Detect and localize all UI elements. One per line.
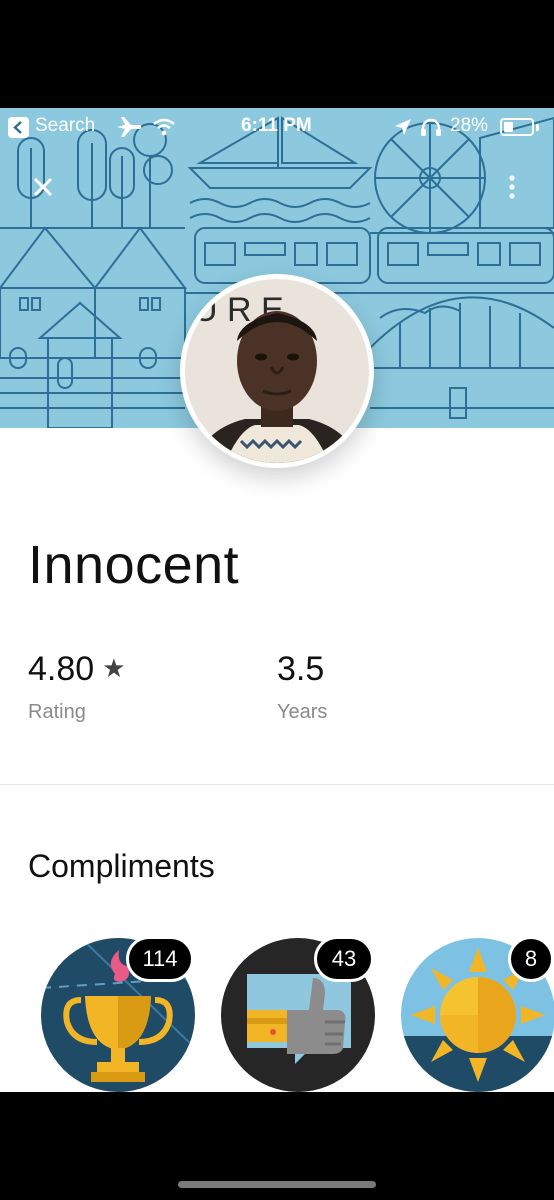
status-bar: Search 6:11 PM 28% bbox=[0, 108, 554, 146]
rating-value: 4.80 bbox=[28, 650, 95, 688]
compliments-title: Compliments bbox=[28, 848, 215, 884]
compliment-count-sun: 8 bbox=[508, 936, 554, 982]
section-divider bbox=[0, 784, 554, 785]
rating-stat: 4.80 ★ Rating bbox=[28, 650, 126, 724]
status-time: 6:11 PM bbox=[241, 115, 312, 136]
battery-icon bbox=[500, 118, 534, 136]
driver-name: Innocent bbox=[28, 535, 240, 595]
close-icon[interactable] bbox=[28, 172, 58, 202]
battery-cap bbox=[536, 124, 539, 131]
driver-avatar: U R E bbox=[180, 274, 374, 468]
rating-label: Rating bbox=[28, 701, 86, 723]
home-indicator[interactable] bbox=[178, 1181, 376, 1188]
headphones-icon bbox=[421, 118, 441, 136]
years-label: Years bbox=[277, 701, 328, 723]
years-stat: 3.5 Years bbox=[277, 650, 327, 724]
star-icon: ★ bbox=[102, 653, 126, 683]
driver-photo: U R E bbox=[185, 279, 369, 463]
compliment-count-thumbs-up: 43 bbox=[314, 936, 374, 982]
battery-percent: 28% bbox=[450, 115, 489, 136]
more-vertical-icon[interactable] bbox=[498, 172, 526, 202]
driver-profile-screen: Search 6:11 PM 28% U R E Innocent 4.80 ★… bbox=[0, 108, 554, 1092]
back-to-search-button[interactable] bbox=[8, 117, 29, 138]
airplane-icon bbox=[117, 117, 142, 137]
back-arrow-icon bbox=[13, 121, 22, 134]
top-bezel bbox=[0, 0, 554, 108]
back-label[interactable]: Search bbox=[35, 115, 95, 137]
wifi-icon bbox=[153, 118, 175, 136]
location-arrow-icon bbox=[395, 119, 411, 135]
years-value: 3.5 bbox=[277, 650, 325, 688]
compliment-count-trophy: 114 bbox=[126, 936, 194, 982]
